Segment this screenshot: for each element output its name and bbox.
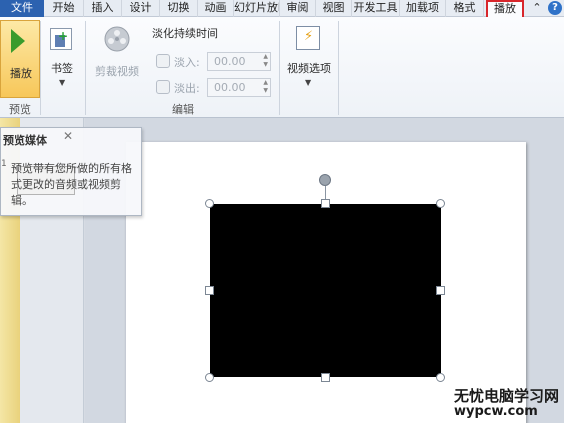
- video-options-icon: ⚡: [296, 26, 320, 50]
- ribbon-tab-bar: 文件 开始 插入 设计 切换 动画 幻灯片放映 审阅 视图 开发工具 加载项 格…: [0, 0, 564, 17]
- group-divider: [40, 21, 41, 115]
- rotate-handle-icon[interactable]: [319, 174, 331, 186]
- tab-home[interactable]: 开始: [44, 0, 84, 17]
- trim-video-label: 剪裁视频: [95, 65, 139, 78]
- tab-format[interactable]: 格式: [446, 0, 484, 17]
- fade-in-value: 00.00: [214, 55, 246, 68]
- tab-addins[interactable]: 加载项: [400, 0, 446, 17]
- add-bookmark-icon: +: [50, 28, 72, 50]
- fade-in-spinner[interactable]: 00.00 ▲ ▼: [207, 52, 271, 71]
- resize-handle-top-left[interactable]: [205, 199, 214, 208]
- fade-out-spinner[interactable]: 00.00 ▲ ▼: [207, 78, 271, 97]
- bookmarks-button[interactable]: + 书签 ▼: [42, 20, 82, 98]
- chevron-up-icon[interactable]: ⌃: [530, 1, 544, 16]
- spinner-arrows-icon[interactable]: ▲ ▼: [263, 53, 268, 69]
- slide-number: 1: [1, 159, 7, 169]
- tab-view[interactable]: 视图: [316, 0, 352, 17]
- tab-playback[interactable]: 播放: [486, 0, 524, 17]
- chevron-down-icon: ▼: [59, 78, 66, 87]
- fade-duration-title: 淡化持续时间: [152, 27, 218, 40]
- tab-slideshow[interactable]: 幻灯片放映: [234, 0, 280, 17]
- film-reel-icon: [104, 26, 130, 52]
- ribbon-panel: 播放 预览 + 书签 ▼ 剪裁视频 淡化持续时间 淡入: 00.00 ▲ ▼ 淡出…: [0, 17, 564, 118]
- watermark-site-name: 无忧电脑学习网: [454, 387, 560, 405]
- fade-out-label: 淡出:: [174, 82, 200, 95]
- play-icon: [11, 29, 25, 53]
- fade-in-label: 淡入:: [174, 56, 200, 69]
- tab-animations[interactable]: 动画: [198, 0, 234, 17]
- tab-insert[interactable]: 插入: [84, 0, 122, 17]
- watermark-url: wypcw.com: [454, 404, 538, 419]
- trim-video-button[interactable]: 剪裁视频: [88, 20, 146, 98]
- tab-file[interactable]: 文件: [0, 0, 44, 17]
- fade-in-icon: [156, 54, 170, 68]
- group-divider: [338, 21, 339, 115]
- spinner-arrows-icon[interactable]: ▲ ▼: [263, 79, 268, 95]
- resize-handle-bottom-left[interactable]: [205, 373, 214, 382]
- resize-handle-right[interactable]: [436, 286, 445, 295]
- tooltip-body: 预览带有您所做的所有格式更改的音频或视频剪辑。: [11, 162, 132, 207]
- group-divider: [85, 21, 86, 115]
- video-object[interactable]: [210, 204, 441, 377]
- help-icon[interactable]: ?: [548, 1, 562, 15]
- fade-out-icon: [156, 80, 170, 94]
- resize-handle-bottom-right[interactable]: [436, 373, 445, 382]
- play-button-label: 播放: [10, 67, 32, 80]
- tab-design[interactable]: 设计: [122, 0, 160, 17]
- play-button[interactable]: 播放: [0, 20, 40, 98]
- group-divider: [279, 21, 280, 115]
- tab-review[interactable]: 审阅: [280, 0, 316, 17]
- video-options-button[interactable]: ⚡ 视频选项 ▼: [282, 20, 336, 98]
- tab-transitions[interactable]: 切换: [160, 0, 198, 17]
- preview-media-tooltip: 预览媒体 ✕ 1 预览带有您所做的所有格式更改的音频或视频剪辑。: [0, 127, 142, 216]
- resize-handle-left[interactable]: [205, 286, 214, 295]
- close-icon[interactable]: ✕: [63, 129, 73, 143]
- group-label-preview: 预览: [9, 103, 31, 116]
- video-options-label: 视频选项: [287, 62, 331, 75]
- tooltip-title: 预览媒体: [3, 134, 47, 147]
- resize-handle-top-right[interactable]: [436, 199, 445, 208]
- resize-handle-bottom[interactable]: [321, 373, 330, 382]
- resize-handle-top[interactable]: [321, 199, 330, 208]
- chevron-down-icon: ▼: [305, 78, 312, 87]
- tab-developer[interactable]: 开发工具: [352, 0, 400, 17]
- fade-out-value: 00.00: [214, 81, 246, 94]
- bookmarks-label: 书签: [51, 62, 73, 75]
- group-label-editing: 编辑: [172, 103, 194, 116]
